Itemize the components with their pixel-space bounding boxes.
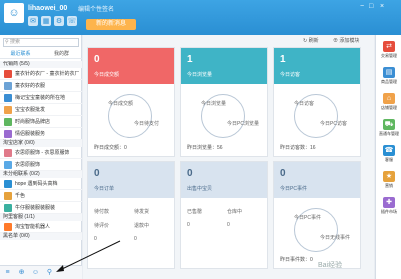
- watermark: Bai经验: [318, 262, 343, 269]
- app-window: ☺ lihaowei_00 编辑个性签名 ✉ ▦ ⚙ ☏ 新的新消息 − □ ×…: [0, 0, 401, 279]
- annotation-arrow: [56, 240, 121, 272]
